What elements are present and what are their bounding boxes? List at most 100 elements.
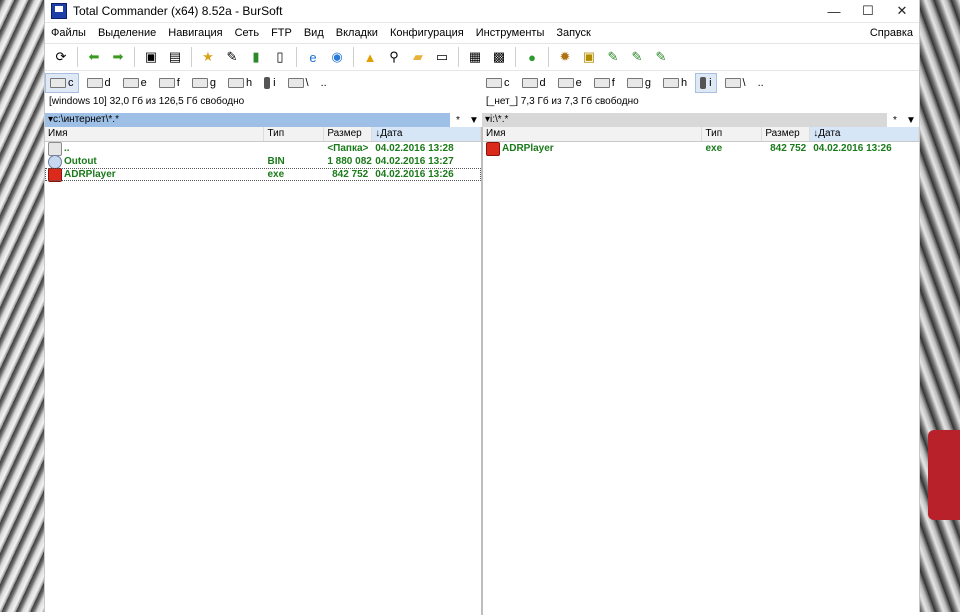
- column-date[interactable]: ↓Дата: [810, 127, 919, 141]
- image-icon[interactable]: ▦: [464, 46, 486, 68]
- maximize-button[interactable]: ☐: [851, 0, 885, 22]
- column-type[interactable]: Тип: [702, 127, 763, 141]
- left-drive-e[interactable]: e: [119, 74, 151, 92]
- drive-letter: g: [209, 77, 216, 89]
- left-drive-c[interactable]: c: [45, 73, 79, 93]
- file-name-cell: ADRPlayer: [45, 167, 264, 182]
- gear-icon[interactable]: ✹: [554, 46, 576, 68]
- menu-files[interactable]: Файлы: [45, 27, 92, 39]
- right-path-star[interactable]: *: [887, 115, 903, 126]
- right-drive-root[interactable]: \: [721, 74, 750, 92]
- right-drive-e[interactable]: e: [554, 74, 586, 92]
- title-bar: Total Commander (x64) 8.52a - BurSoft — …: [45, 0, 919, 23]
- file-size: 1 880 082: [327, 156, 372, 167]
- column-name[interactable]: Имя: [45, 127, 265, 141]
- left-panel: Имя Тип Размер ↓Дата .. <Папка> 04.02.20…: [45, 127, 482, 615]
- column-type[interactable]: Тип: [264, 127, 325, 141]
- left-drive-i[interactable]: i: [260, 74, 279, 92]
- right-column-headers: Имя Тип Размер ↓Дата: [483, 127, 919, 142]
- toolbar-separator: [77, 47, 78, 67]
- menu-ftp[interactable]: FTP: [265, 27, 298, 39]
- back-arrow-icon[interactable]: ⬅: [83, 46, 105, 68]
- menu-tools[interactable]: Инструменты: [470, 27, 551, 39]
- right-path-history-icon[interactable]: ▼: [903, 115, 919, 126]
- menu-navigation[interactable]: Навигация: [162, 27, 228, 39]
- menu-launch[interactable]: Запуск: [550, 27, 596, 39]
- menu-tabs[interactable]: Вкладки: [330, 27, 384, 39]
- right-path[interactable]: ▾i:\*.* * ▼: [482, 113, 919, 127]
- file-name-cell: ADRPlayer: [483, 141, 702, 156]
- adrplayer-app-icon: [486, 141, 500, 156]
- file-name: ..: [64, 143, 70, 154]
- drive-letter: i: [709, 77, 712, 89]
- stats-icon[interactable]: ▮: [245, 46, 267, 68]
- menu-view[interactable]: Вид: [298, 27, 330, 39]
- left-drive-up[interactable]: ..: [317, 74, 331, 92]
- menu-network[interactable]: Сеть: [229, 27, 265, 39]
- file-name: ADRPlayer: [502, 143, 554, 154]
- pack-icon[interactable]: ▣: [140, 46, 162, 68]
- warning-icon[interactable]: ▲: [359, 46, 381, 68]
- drive-letter: e: [140, 77, 147, 89]
- right-drive-h[interactable]: h: [659, 74, 691, 92]
- network-icon: [287, 78, 304, 88]
- drive-icon: [122, 78, 139, 88]
- right-drive-g[interactable]: g: [623, 74, 655, 92]
- drive-letter: g: [644, 77, 651, 89]
- drive-letter: ..: [320, 77, 327, 89]
- column-size[interactable]: Размер: [324, 127, 373, 141]
- right-drive-f[interactable]: f: [590, 74, 619, 92]
- left-drive-d[interactable]: d: [83, 74, 115, 92]
- pdf-icon[interactable]: ▣: [578, 46, 600, 68]
- compare-icon[interactable]: ▩: [488, 46, 510, 68]
- left-path-text[interactable]: ▾c:\интернет\*.*: [45, 113, 450, 127]
- green-circle-icon[interactable]: ●: [521, 46, 543, 68]
- ie-icon[interactable]: e: [302, 46, 324, 68]
- edit-icon[interactable]: ✎: [221, 46, 243, 68]
- toolbar-separator: [296, 47, 297, 67]
- refresh-icon[interactable]: ⟳: [50, 46, 72, 68]
- toolbar-separator: [515, 47, 516, 67]
- forward-arrow-icon[interactable]: ➡: [107, 46, 129, 68]
- right-drive-i[interactable]: i: [695, 73, 717, 93]
- edit-note-icon[interactable]: ✎: [602, 46, 624, 68]
- table-row[interactable]: ADRPlayer exe 842 752 04.02.2016 13:26: [483, 141, 919, 156]
- menu-configuration[interactable]: Конфигурация: [384, 27, 470, 39]
- right-drive-c[interactable]: c: [482, 74, 514, 92]
- left-path-star[interactable]: *: [450, 115, 466, 126]
- edit-note-3-icon[interactable]: ✎: [650, 46, 672, 68]
- left-path-history-icon[interactable]: ▼: [466, 115, 482, 126]
- left-drive-h[interactable]: h: [224, 74, 256, 92]
- usb-icon: [700, 77, 707, 89]
- toolbar-separator: [458, 47, 459, 67]
- menu-selection[interactable]: Выделение: [92, 27, 162, 39]
- minimize-button[interactable]: —: [817, 0, 851, 22]
- menu-help[interactable]: Справка: [864, 27, 919, 39]
- table-row[interactable]: .. <Папка> 04.02.2016 13:28: [45, 141, 481, 156]
- unpack-icon[interactable]: ▤: [164, 46, 186, 68]
- disc-image-icon: [48, 154, 62, 169]
- column-size[interactable]: Размер: [762, 127, 811, 141]
- notes-icon[interactable]: ▰: [407, 46, 429, 68]
- right-drive-d[interactable]: d: [518, 74, 550, 92]
- search-icon[interactable]: ⚲: [383, 46, 405, 68]
- column-name[interactable]: Имя: [483, 127, 703, 141]
- table-row[interactable]: ADRPlayer exe 842 752 04.02.2016 13:26: [45, 167, 481, 182]
- document-icon[interactable]: ▭: [431, 46, 453, 68]
- desktop-background-right: [918, 0, 960, 612]
- left-path[interactable]: ▾c:\интернет\*.* * ▼: [45, 113, 482, 127]
- right-path-text[interactable]: ▾i:\*.*: [482, 113, 887, 127]
- favorites-icon[interactable]: ★: [197, 46, 219, 68]
- clipboard-icon[interactable]: ▯: [269, 46, 291, 68]
- left-drive-root[interactable]: \: [284, 74, 313, 92]
- column-date[interactable]: ↓Дата: [372, 127, 481, 141]
- close-button[interactable]: ✕: [885, 0, 919, 22]
- left-drive-f[interactable]: f: [155, 74, 184, 92]
- globe-icon[interactable]: ◉: [326, 46, 348, 68]
- usb-icon: [264, 77, 271, 89]
- left-drive-g[interactable]: g: [188, 74, 220, 92]
- table-row[interactable]: Outout BIN 1 880 082 04.02.2016 13:27: [45, 154, 481, 169]
- edit-note-2-icon[interactable]: ✎: [626, 46, 648, 68]
- drive-letter: i: [273, 77, 276, 89]
- right-drive-up[interactable]: ..: [754, 74, 768, 92]
